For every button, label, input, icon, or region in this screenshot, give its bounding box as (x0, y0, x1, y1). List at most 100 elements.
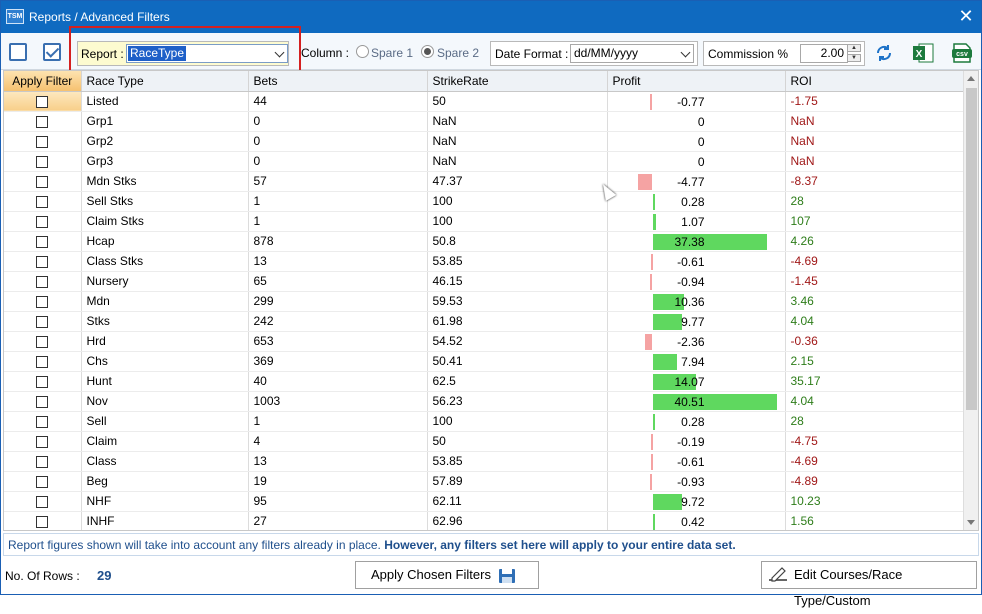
select-all-checkbox[interactable] (43, 43, 61, 61)
commission-down-button[interactable]: ▼ (847, 54, 861, 62)
bets-cell: 0 (248, 151, 428, 172)
apply-filter-cell[interactable] (4, 351, 82, 372)
apply-filter-checkbox[interactable] (36, 115, 49, 128)
apply-filter-cell[interactable] (4, 271, 82, 292)
table-row[interactable]: Chs 369 50.41 7.94 2.15 (4, 351, 965, 372)
deselect-all-checkbox[interactable] (9, 43, 27, 61)
table-row[interactable]: Sell Stks 1 100 0.28 28 (4, 191, 965, 212)
apply-filter-cell[interactable] (4, 151, 82, 172)
date-format-dropdown[interactable]: dd/MM/yyyy (570, 44, 694, 63)
header-roi[interactable]: ROI (785, 71, 965, 92)
table-row[interactable]: Mdn Stks 57 47.37 -4.77 -8.37 (4, 171, 965, 192)
table-row[interactable]: Mdn 299 59.53 10.36 3.46 (4, 291, 965, 312)
table-row[interactable]: Stks 242 61.98 9.77 4.04 (4, 311, 965, 332)
table-row[interactable]: Class 13 53.85 -0.61 -4.69 (4, 451, 965, 472)
apply-filter-checkbox[interactable] (36, 335, 49, 348)
apply-filter-cell[interactable] (4, 311, 82, 332)
apply-chosen-filters-button[interactable]: Apply Chosen Filters (355, 561, 539, 589)
apply-filter-checkbox[interactable] (36, 195, 49, 208)
commission-up-button[interactable]: ▲ (847, 44, 861, 52)
apply-filter-cell[interactable] (4, 91, 82, 112)
apply-filter-checkbox[interactable] (36, 495, 49, 508)
apply-filter-checkbox[interactable] (36, 395, 49, 408)
apply-filter-cell[interactable] (4, 211, 82, 232)
apply-filter-cell[interactable] (4, 431, 82, 452)
table-row[interactable]: Listed 44 50 -0.77 -1.75 (4, 91, 965, 112)
csv-icon[interactable]: csv (950, 41, 974, 65)
apply-filter-checkbox[interactable] (36, 255, 49, 268)
apply-filter-checkbox[interactable] (36, 175, 49, 188)
excel-icon[interactable]: X (911, 41, 935, 65)
header-strike-rate[interactable]: StrikeRate (427, 71, 608, 92)
table-row[interactable]: Grp3 0 NaN 0 NaN (4, 151, 965, 172)
apply-filter-checkbox[interactable] (36, 235, 49, 248)
apply-filter-checkbox[interactable] (36, 95, 49, 108)
apply-filter-cell[interactable] (4, 111, 82, 132)
apply-filter-checkbox[interactable] (36, 475, 49, 488)
table-row[interactable]: Class Stks 13 53.85 -0.61 -4.69 (4, 251, 965, 272)
edit-courses-button[interactable]: Edit Courses/Race Type/Custom (761, 561, 977, 608)
scroll-down-icon[interactable] (967, 520, 975, 525)
scroll-up-icon[interactable] (967, 76, 975, 81)
table-row[interactable]: Grp1 0 NaN 0 NaN (4, 111, 965, 132)
race-type-cell: Class Stks (81, 251, 249, 272)
strike-rate-cell: 59.53 (427, 291, 608, 312)
apply-filter-checkbox[interactable] (36, 435, 49, 448)
table-row[interactable]: Nursery 65 46.15 -0.94 -1.45 (4, 271, 965, 292)
roi-cell: -4.89 (785, 471, 965, 492)
apply-filter-cell[interactable] (4, 251, 82, 272)
profit-value: -2.36 (677, 334, 705, 349)
apply-filter-checkbox[interactable] (36, 515, 49, 528)
table-row[interactable]: NHF 95 62.11 9.72 10.23 (4, 491, 965, 512)
apply-filter-checkbox[interactable] (36, 375, 49, 388)
apply-filter-checkbox[interactable] (36, 415, 49, 428)
table-row[interactable]: Grp2 0 NaN 0 NaN (4, 131, 965, 152)
apply-filter-cell[interactable] (4, 371, 82, 392)
header-bets[interactable]: Bets (248, 71, 428, 92)
vertical-scrollbar[interactable] (963, 71, 978, 530)
apply-filter-checkbox[interactable] (36, 215, 49, 228)
apply-filter-cell[interactable] (4, 191, 82, 212)
spare1-radio[interactable] (356, 45, 369, 58)
date-format-value: dd/MM/yyyy (574, 46, 639, 60)
roi-cell: 35.17 (785, 371, 965, 392)
table-row[interactable]: Nov 1003 56.23 40.51 4.04 (4, 391, 965, 412)
apply-filter-cell[interactable] (4, 131, 82, 152)
apply-filter-cell[interactable] (4, 471, 82, 492)
table-row[interactable]: Beg 19 57.89 -0.93 -4.89 (4, 471, 965, 492)
report-dropdown[interactable]: RaceType (126, 44, 288, 63)
apply-filter-cell[interactable] (4, 391, 82, 412)
profit-value: 7.94 (681, 354, 705, 369)
header-profit[interactable]: Profit (607, 71, 786, 92)
refresh-icon[interactable] (872, 41, 896, 65)
table-row[interactable]: INHF 27 62.96 0.42 1.56 (4, 511, 965, 530)
table-row[interactable]: Hcap 878 50.8 37.38 4.26 (4, 231, 965, 252)
table-row[interactable]: Claim Stks 1 100 1.07 107 (4, 211, 965, 232)
table-row[interactable]: Hunt 40 62.5 14.07 35.17 (4, 371, 965, 392)
apply-filter-checkbox[interactable] (36, 295, 49, 308)
commission-input[interactable]: 2.00 (800, 44, 848, 63)
scroll-thumb[interactable] (966, 88, 977, 410)
apply-filter-checkbox[interactable] (36, 155, 49, 168)
spare2-radio[interactable] (421, 45, 434, 58)
close-button[interactable]: ✕ (957, 6, 975, 26)
apply-filter-cell[interactable] (4, 411, 82, 432)
apply-filter-cell[interactable] (4, 451, 82, 472)
apply-filter-cell[interactable] (4, 291, 82, 312)
table-row[interactable]: Sell 1 100 0.28 28 (4, 411, 965, 432)
apply-filter-cell[interactable] (4, 331, 82, 352)
apply-filter-cell[interactable] (4, 511, 82, 530)
report-label: Report : (81, 47, 124, 61)
table-row[interactable]: Hrd 653 54.52 -2.36 -0.36 (4, 331, 965, 352)
apply-filter-cell[interactable] (4, 491, 82, 512)
apply-filter-checkbox[interactable] (36, 455, 49, 468)
apply-filter-checkbox[interactable] (36, 275, 49, 288)
apply-filter-checkbox[interactable] (36, 135, 49, 148)
header-apply-filter[interactable]: Apply Filter (4, 71, 82, 92)
apply-filter-checkbox[interactable] (36, 355, 49, 368)
apply-filter-checkbox[interactable] (36, 315, 49, 328)
apply-filter-cell[interactable] (4, 171, 82, 192)
apply-filter-cell[interactable] (4, 231, 82, 252)
table-row[interactable]: Claim 4 50 -0.19 -4.75 (4, 431, 965, 452)
header-race-type[interactable]: Race Type (81, 71, 249, 92)
